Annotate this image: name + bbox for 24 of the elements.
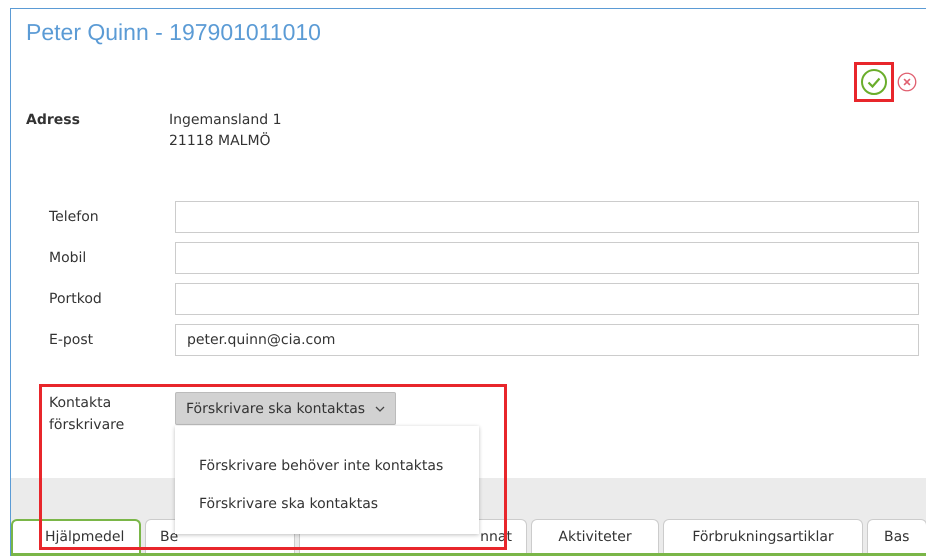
tab[interactable]: Bas xyxy=(867,519,926,553)
tab[interactable]: Aktiviteter xyxy=(531,519,659,553)
address-line: 21118 MALMÖ xyxy=(169,133,272,149)
field-label: Portkod xyxy=(49,291,103,307)
input-field[interactable]: peter.quinn@cia.com xyxy=(175,324,919,356)
field-label: Kontakta förskrivare xyxy=(49,394,126,435)
field-label: Mobil xyxy=(49,250,88,266)
check-icon xyxy=(860,68,888,96)
input-field[interactable] xyxy=(175,283,919,315)
menu-option[interactable]: Förskrivare ska kontaktas xyxy=(175,496,479,512)
save-button[interactable] xyxy=(854,62,894,102)
input-field[interactable] xyxy=(175,242,919,274)
field-label: E-post xyxy=(49,332,94,348)
close-icon xyxy=(897,70,917,94)
dropdown[interactable]: Förskrivare ska kontaktas xyxy=(175,392,396,425)
input-field[interactable] xyxy=(175,201,919,233)
tab[interactable]: Förbrukningsartiklar xyxy=(663,519,863,553)
field-label: Telefon xyxy=(49,209,100,225)
address-line: Ingemansland 1 xyxy=(169,112,282,128)
menu-option[interactable]: Förskrivare behöver inte kontaktas xyxy=(175,458,479,474)
tab[interactable]: Hjälpmedel xyxy=(11,519,141,553)
chevron-icon xyxy=(375,406,386,412)
address-label: Adress xyxy=(26,112,81,130)
page-title: Peter Quinn - 197901011010 xyxy=(25,18,322,46)
